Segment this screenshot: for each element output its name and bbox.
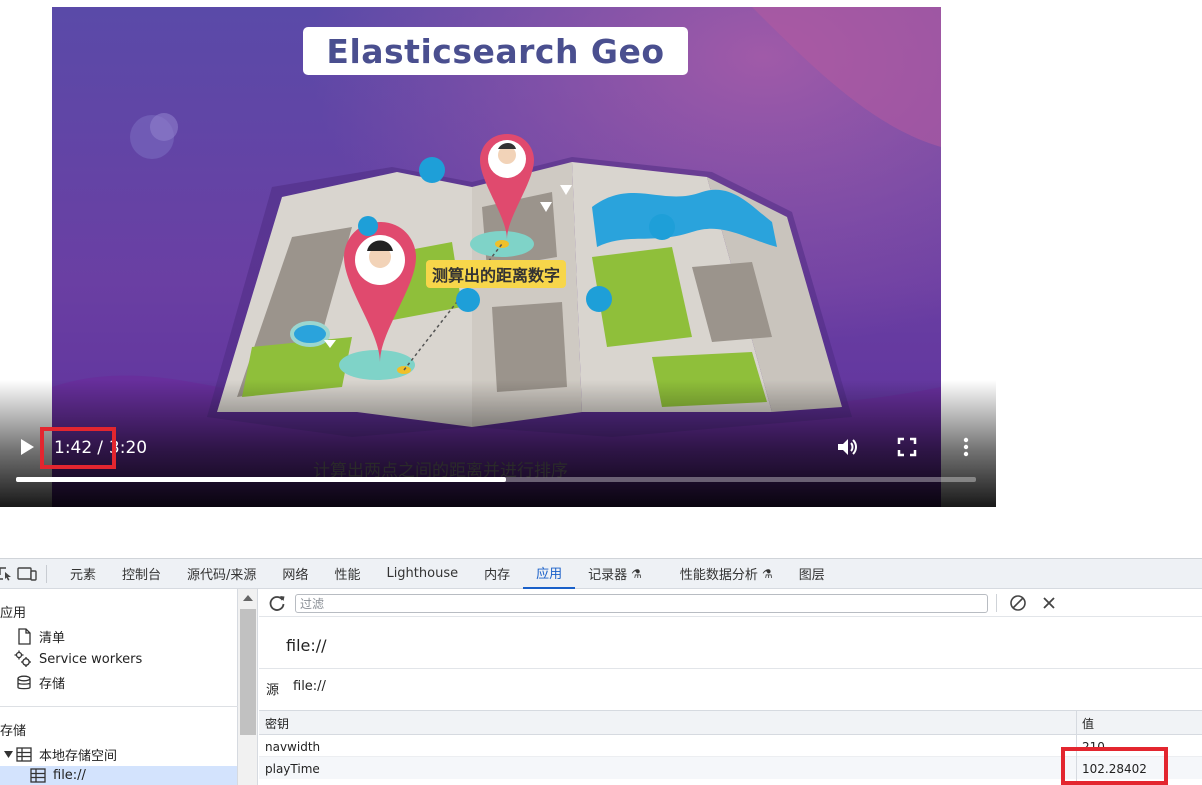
tab-1[interactable]: 控制台: [109, 559, 174, 589]
table-icon: [16, 747, 32, 762]
filter-input[interactable]: [295, 594, 988, 613]
more-vert-icon[interactable]: [955, 436, 977, 458]
tab-label: 记录器: [588, 568, 628, 583]
column-header-value[interactable]: 值: [1082, 715, 1094, 732]
tab-0[interactable]: 元素: [57, 559, 109, 589]
current-time: 1:42: [54, 438, 93, 458]
sidebar-heading-application: 应用: [0, 606, 27, 621]
table-row-alt-bg: [259, 757, 1202, 779]
tab-label: 内存: [484, 568, 511, 583]
table-row-value[interactable]: 210: [1082, 740, 1105, 754]
sidebar-item-label: 存储: [39, 677, 66, 692]
seek-bar[interactable]: [16, 477, 976, 482]
tab-label: 源代码/来源: [187, 568, 257, 583]
sidebar-item-service-workers[interactable]: Service workers: [14, 650, 142, 668]
devtools-panel: 元素 控制台 源代码/来源 网络 性能 Lighthouse 内存 应用 记录器 ⚗ 性能数据分析 ⚗…: [0, 558, 1202, 785]
application-sidebar: 应用 清单 Service workers 存储 存储 本地存储空间 file:…: [0, 589, 238, 785]
tab-label: 性能: [334, 568, 361, 583]
storage-table: 密钥 值 navwidth 210 playTime 102.28402: [259, 710, 1202, 785]
sidebar-item-manifest[interactable]: 清单: [16, 627, 65, 646]
column-header-key[interactable]: 密钥: [265, 715, 289, 732]
devtools-tabs: 元素 控制台 源代码/来源 网络 性能 Lighthouse 内存 应用 记录器 ⚗ 性能数据分析 ⚗…: [57, 559, 838, 589]
tab-9[interactable]: 性能数据分析 ⚗: [667, 559, 786, 589]
sidebar-item-label: file://: [53, 768, 86, 783]
sidebar-item-storage[interactable]: 存储: [16, 673, 65, 692]
scroll-thumb[interactable]: [240, 609, 256, 735]
devtools-tabbar: 元素 控制台 源代码/来源 网络 性能 Lighthouse 内存 应用 记录器 ⚗ 性能数据分析 ⚗…: [0, 559, 1202, 589]
tab-label: 图层: [798, 568, 825, 583]
tab-label: 控制台: [122, 568, 162, 583]
experimental-flask-icon: ⚗: [761, 566, 773, 581]
play-icon[interactable]: [18, 438, 36, 456]
seek-bar-fill: [16, 477, 506, 482]
sidebar-divider: [0, 706, 238, 707]
sidebar-scrollbar[interactable]: [238, 589, 258, 785]
video-player[interactable]: Elasticsearch Geo 测算出的距离数字 计算出两点之间的距离并进行…: [0, 0, 996, 507]
sidebar-item-label: Service workers: [39, 651, 143, 667]
origin-label: 源: [266, 683, 280, 698]
tab-label: 网络: [282, 568, 309, 583]
table-icon: [30, 768, 46, 783]
tab-3[interactable]: 网络: [269, 559, 321, 589]
table-row-key[interactable]: navwidth: [265, 740, 320, 754]
tab-7[interactable]: 应用: [523, 559, 576, 589]
tab-10[interactable]: 图层: [786, 559, 838, 589]
sidebar-item-label: 清单: [39, 631, 66, 646]
scroll-up-arrow[interactable]: [243, 595, 253, 601]
volume-icon[interactable]: [836, 436, 858, 458]
tab-label: 性能数据分析: [679, 568, 758, 583]
tab-label: 应用: [536, 567, 563, 582]
duration: 3:20: [108, 438, 148, 458]
inspect-element-icon[interactable]: [0, 559, 14, 589]
table-row-key[interactable]: playTime: [265, 762, 320, 776]
tab-label: 元素: [70, 568, 97, 583]
title-card: Elasticsearch Geo: [303, 27, 688, 75]
sidebar-item-label: 本地存储空间: [39, 749, 118, 764]
clear-all-icon[interactable]: [1009, 594, 1027, 612]
device-toolbar-icon[interactable]: [14, 559, 40, 589]
tab-6[interactable]: 内存: [471, 559, 523, 589]
table-header: [259, 711, 1202, 735]
tabbar-separator: [46, 564, 47, 583]
refresh-icon[interactable]: [268, 594, 286, 612]
sidebar-heading-storage: 存储: [0, 724, 27, 739]
title-card-text: Elasticsearch Geo: [326, 31, 665, 71]
tab-2[interactable]: 源代码/来源: [174, 559, 269, 589]
table-row-value[interactable]: 102.28402: [1082, 762, 1147, 776]
distance-label: 测算出的距离数字: [426, 260, 567, 288]
expand-arrow-icon[interactable]: [4, 750, 13, 759]
experimental-flask-icon: ⚗: [631, 566, 642, 581]
gears-icon: [14, 650, 31, 667]
tab-label: Lighthouse: [386, 566, 459, 581]
database-icon: [17, 675, 31, 689]
column-divider[interactable]: [1076, 711, 1077, 785]
fullscreen-icon[interactable]: [896, 436, 918, 458]
tab-4[interactable]: 性能: [321, 559, 373, 589]
delete-selected-icon[interactable]: [1040, 594, 1058, 612]
time-display: 1:42 / 3:20: [40, 428, 157, 468]
sidebar-item-file-origin[interactable]: file://: [30, 768, 86, 783]
origin-title: file://: [286, 636, 327, 655]
time-separator: /: [97, 438, 103, 458]
file-icon: [18, 628, 31, 645]
storage-toolbar: [259, 589, 1202, 617]
tab-5[interactable]: Lighthouse: [373, 559, 471, 589]
tab-8[interactable]: 记录器 ⚗: [575, 559, 655, 589]
origin-value: file://: [293, 679, 326, 694]
sidebar-item-local-storage[interactable]: 本地存储空间: [4, 745, 117, 764]
storage-view: file:// 源 file:// 密钥 值 navwidth 210 play…: [259, 589, 1202, 785]
origin-row: 源 file://: [259, 668, 1202, 710]
toolbar-separator: [996, 594, 997, 612]
